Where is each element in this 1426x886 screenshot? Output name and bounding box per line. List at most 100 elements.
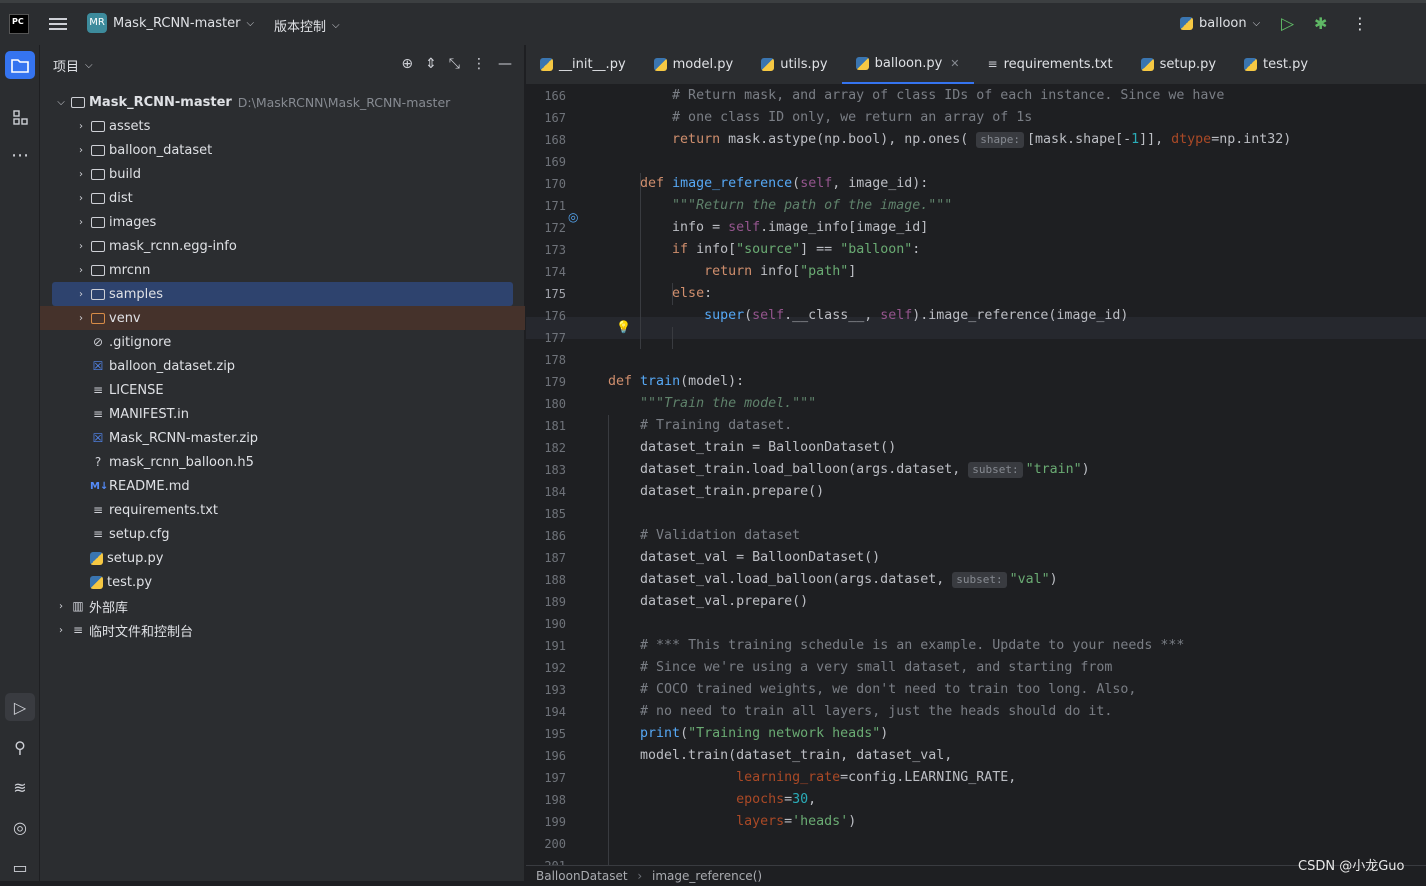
chevron-right-icon[interactable]: ›	[54, 601, 68, 612]
code-line-192: # Since we're using a very small dataset…	[640, 660, 1113, 675]
run-tool-icon[interactable]: ▷	[5, 693, 35, 721]
tree-root[interactable]: ⌵ Mask_RCNN-master D:\MaskRCNN\Mask_RCNN…	[40, 90, 525, 114]
tree-item-test-py[interactable]: test.py	[40, 570, 525, 594]
tree-item-samples[interactable]: › samples	[52, 282, 513, 306]
tree-item-label: .gitignore	[109, 334, 172, 350]
chevron-down-icon[interactable]: ⌵	[54, 97, 68, 108]
tree-item-label: assets	[109, 118, 151, 134]
main-menu-icon[interactable]	[49, 16, 67, 32]
line-number: 175	[544, 287, 566, 301]
line-number: 191	[544, 639, 566, 653]
run-icon[interactable]: ▷	[1281, 14, 1294, 34]
locate-icon[interactable]: ⊕	[401, 56, 413, 72]
line-number: 189	[544, 595, 566, 609]
tree-item-mask-rcnn-balloon-h5[interactable]: ? mask_rcnn_balloon.h5	[40, 450, 525, 474]
close-icon[interactable]: ✕	[950, 57, 959, 70]
options-icon[interactable]: ⋮	[472, 56, 486, 72]
chevron-right-icon[interactable]: ›	[74, 193, 88, 204]
chevron-right-icon[interactable]: ›	[74, 145, 88, 156]
line-number: 184	[544, 485, 566, 499]
tab-label: balloon.py	[874, 55, 943, 71]
line-number: 199	[544, 815, 566, 829]
tree-item-setup-cfg[interactable]: ≡ setup.cfg	[40, 522, 525, 546]
chevron-right-icon[interactable]: ›	[54, 625, 68, 636]
terminal-icon[interactable]: ▭	[5, 853, 35, 881]
more-tools-icon[interactable]: ⋯	[5, 141, 35, 169]
tree-item-venv[interactable]: › venv	[40, 306, 525, 330]
line-number: 195	[544, 727, 566, 741]
project-tool-icon[interactable]	[5, 51, 35, 79]
expand-all-icon[interactable]: ⇕	[425, 56, 437, 72]
tree-item-balloon-dataset-zip[interactable]: ☒ balloon_dataset.zip	[40, 354, 525, 378]
tab--init-py[interactable]: __init__.py	[526, 44, 640, 84]
python-icon	[540, 57, 553, 71]
hide-icon[interactable]: —	[498, 56, 512, 72]
tree-item-setup-py[interactable]: setup.py	[40, 546, 525, 570]
tree-item-requirements-txt[interactable]: ≡ requirements.txt	[40, 498, 525, 522]
tab-balloon-py[interactable]: balloon.py ✕	[841, 44, 974, 84]
chevron-right-icon[interactable]: ›	[74, 289, 88, 300]
tree-item-balloon-dataset[interactable]: › balloon_dataset	[40, 138, 525, 162]
tree-item-license[interactable]: ≡ LICENSE	[40, 378, 525, 402]
code-line-196: model.train(dataset_train, dataset_val,	[608, 748, 953, 763]
scratches-and-consoles[interactable]: › ≡ 临时文件和控制台	[40, 618, 525, 642]
override-gutter-icon[interactable]: ◎	[568, 210, 578, 224]
code-editor[interactable]: 💡 ◎ 166 167 168 169 170 171 172 173 174 175 176 177…	[526, 85, 1426, 865]
tree-item-label: samples	[109, 286, 164, 302]
tree-item-mask-rcnn-egg-info[interactable]: › mask_rcnn.egg-info	[40, 234, 525, 258]
chevron-right-icon[interactable]: ›	[74, 217, 88, 228]
run-config-selector[interactable]: balloon ⌵	[1180, 16, 1260, 31]
external-libraries[interactable]: › ▥ 外部库	[40, 594, 525, 618]
python-console-icon[interactable]: ⚲	[5, 733, 35, 761]
text-file-icon: ≡	[92, 503, 104, 517]
project-panel-title[interactable]: 项目	[53, 56, 79, 75]
tree-item-readme-md[interactable]: M↓ README.md	[40, 474, 525, 498]
chevron-down-icon: ⌵	[246, 17, 255, 29]
code-line-174: return info["path"]	[704, 264, 857, 279]
vcs-menu[interactable]: 版本控制 ⌵	[274, 16, 340, 35]
project-name: Mask_RCNN-master	[113, 15, 241, 31]
code-line-184: dataset_train.prepare()	[608, 484, 825, 499]
chevron-right-icon[interactable]: ›	[74, 169, 88, 180]
tab-utils-py[interactable]: utils.py	[747, 44, 841, 84]
tree-item-label: balloon_dataset	[109, 142, 213, 158]
tab-requirements-txt[interactable]: ≡ requirements.txt	[974, 44, 1127, 84]
tree-item-label: dist	[109, 190, 133, 206]
tool-window-strip: ⋯ ▷ ⚲ ≋ ◎ ▭	[0, 45, 40, 881]
code-line-171: """Return the path of the image."""	[672, 198, 953, 213]
chevron-right-icon[interactable]: ›	[74, 265, 88, 276]
line-number: 193	[544, 683, 566, 697]
tree-item-build[interactable]: › build	[40, 162, 525, 186]
tree-item--gitignore[interactable]: ⊘ .gitignore	[40, 330, 525, 354]
tree-item-manifest-in[interactable]: ≡ MANIFEST.in	[40, 402, 525, 426]
line-number: 185	[544, 507, 566, 521]
collapse-all-icon[interactable]: ⤡	[449, 56, 460, 72]
tree-item-mask-rcnn-master-zip[interactable]: ☒ Mask_RCNN-master.zip	[40, 426, 525, 450]
project-switcher[interactable]: MR Mask_RCNN-master ⌵	[87, 13, 254, 33]
debug-icon[interactable]: ✱	[1314, 14, 1327, 33]
tree-item-label: images	[109, 214, 157, 230]
tree-item-assets[interactable]: › assets	[40, 114, 525, 138]
more-options-icon[interactable]: ⋮	[1352, 14, 1368, 33]
tab-model-py[interactable]: model.py	[640, 44, 748, 84]
line-number: 168	[544, 133, 566, 147]
tab-test-py[interactable]: test.py	[1230, 44, 1322, 84]
line-number: 188	[544, 573, 566, 587]
structure-icon[interactable]	[5, 103, 35, 131]
chevron-right-icon[interactable]: ›	[74, 121, 88, 132]
code-line-181: # Training dataset.	[640, 418, 793, 433]
tab-setup-py[interactable]: setup.py	[1127, 44, 1230, 84]
tree-item-images[interactable]: › images	[40, 210, 525, 234]
tree-item-mrcnn[interactable]: › mrcnn	[40, 258, 525, 282]
line-number: 190	[544, 617, 566, 631]
tree-item-dist[interactable]: › dist	[40, 186, 525, 210]
chevron-right-icon[interactable]: ›	[74, 313, 88, 324]
library-icon: ▥	[72, 599, 84, 613]
services-icon[interactable]: ◎	[5, 813, 35, 841]
pycharm-logo[interactable]: PC	[9, 14, 29, 34]
chevron-right-icon[interactable]: ›	[74, 241, 88, 252]
python-packages-icon[interactable]: ≋	[5, 773, 35, 801]
root-name: Mask_RCNN-master	[89, 94, 232, 110]
project-tree: ⌵ Mask_RCNN-master D:\MaskRCNN\Mask_RCNN…	[40, 90, 525, 642]
chevron-down-icon[interactable]: ⌵	[85, 60, 93, 71]
